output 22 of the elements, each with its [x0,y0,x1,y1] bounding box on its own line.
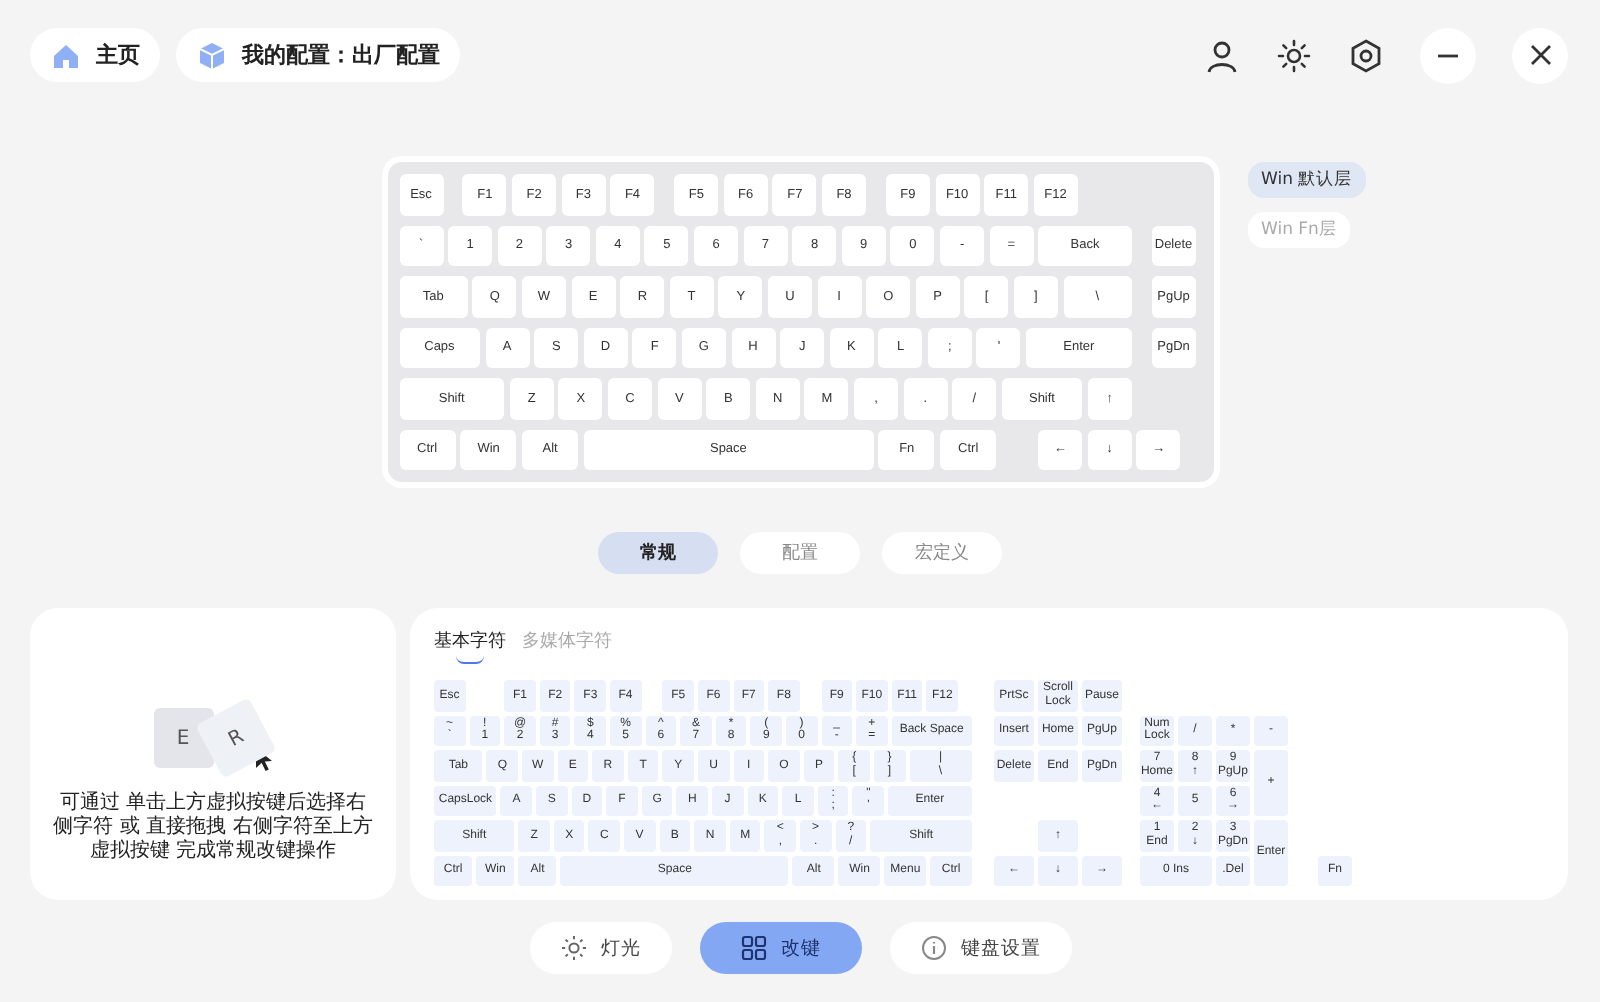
home-button[interactable]: 主页 [30,28,160,82]
sun-icon [559,934,587,962]
mode-tab[interactable]: 宏定义 [882,532,1002,574]
info-icon [919,934,947,962]
settings-icon[interactable] [1348,37,1384,73]
cube-icon [196,39,228,71]
user-icon[interactable] [1204,37,1240,73]
hint-text: 可通过 单击上方虚拟按键后选择右侧字符 或 直接拖拽 右侧字符至上方虚拟按键 完成常规改键操作 [51,792,375,864]
layer-tab[interactable]: Win 默认层 [1247,162,1367,198]
config-button[interactable]: 我的配置：出厂配置 [176,28,460,82]
close-icon [1529,44,1551,66]
nav-tab[interactable]: 键盘设置 [889,922,1071,974]
close-button[interactable] [1512,27,1568,83]
nav-tab[interactable]: 改键 [699,922,861,974]
mode-tab[interactable]: 配置 [740,532,860,574]
house-icon [50,39,82,71]
sun-icon[interactable] [1276,37,1312,73]
nav-tab[interactable]: 灯光 [529,922,671,974]
key-illustration: E [153,708,213,768]
charset-tab[interactable]: 基本字符 [434,628,506,664]
grid-icon [739,934,767,962]
mode-tab[interactable]: 常规 [598,532,718,574]
